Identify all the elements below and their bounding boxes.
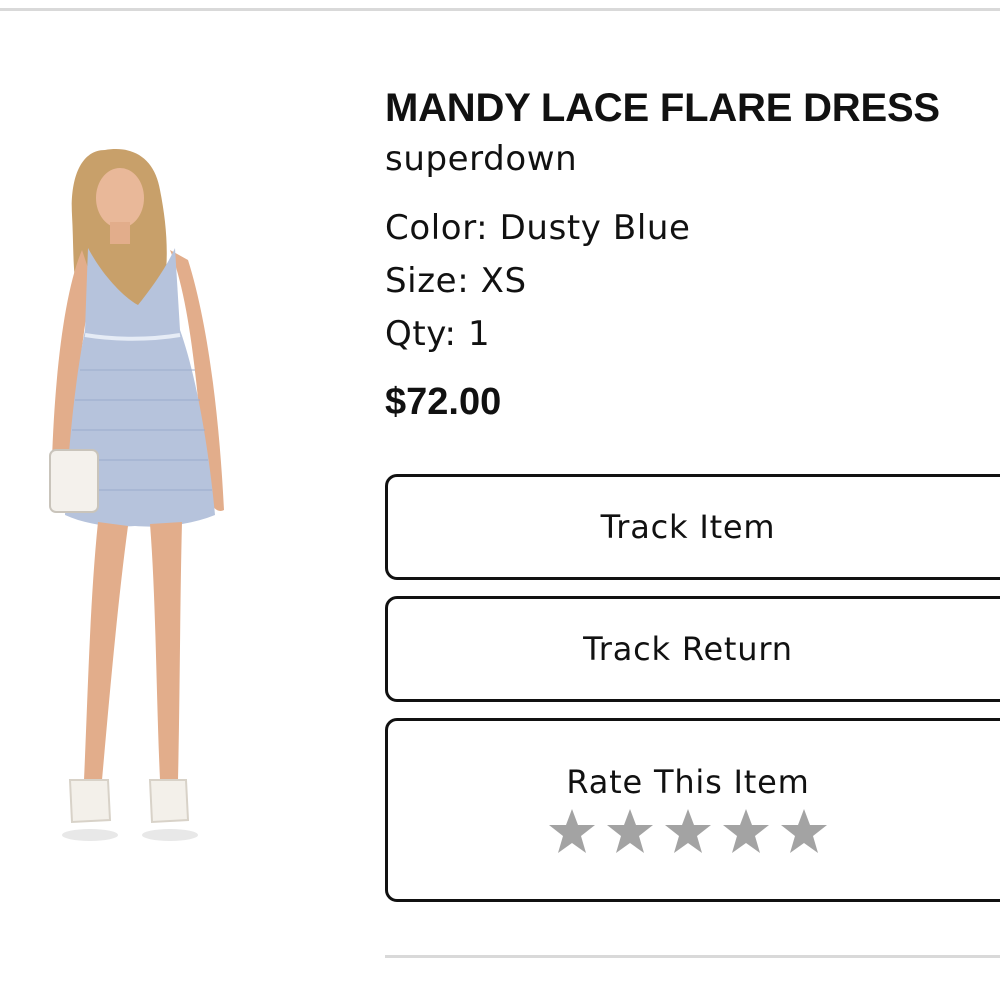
rate-item-label: Rate This Item [566,763,810,801]
product-qty: Qty: 1 [385,314,491,354]
track-return-button[interactable]: Track Return [385,596,1000,702]
star-5-icon[interactable] [779,807,829,857]
star-2-icon[interactable] [605,807,655,857]
bottom-divider [385,955,1000,958]
star-3-icon[interactable] [663,807,713,857]
product-brand[interactable]: superdown [385,134,990,184]
product-details: MANDY LACE FLARE DRESS superdown Color: … [385,82,990,431]
track-return-label: Track Return [583,630,793,668]
top-divider [0,8,1000,11]
product-price: $72.00 [385,381,502,423]
product-image[interactable] [10,130,260,870]
track-item-button[interactable]: Track Item [385,474,1000,580]
star-1-icon[interactable] [547,807,597,857]
star-4-icon[interactable] [721,807,771,857]
rating-stars [547,807,829,857]
dress-photo-icon [49,149,224,841]
product-size: Size: XS [385,261,527,301]
product-title[interactable]: MANDY LACE FLARE DRESS [385,82,990,134]
order-item-page: MANDY LACE FLARE DRESS superdown Color: … [0,0,1000,1000]
product-color: Color: Dusty Blue [385,208,691,248]
rate-item-box: Rate This Item [385,718,1000,902]
track-item-label: Track Item [600,508,776,546]
